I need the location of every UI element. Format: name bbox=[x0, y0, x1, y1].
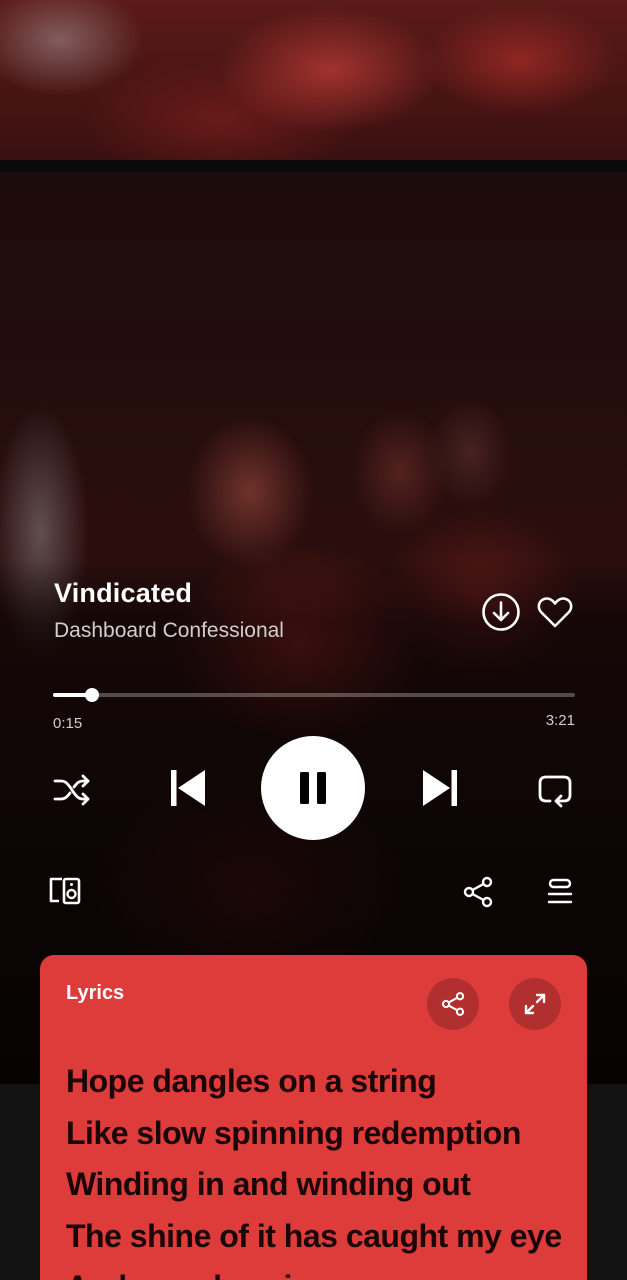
track-title[interactable]: Vindicated bbox=[54, 578, 192, 609]
lyric-line: Winding in and winding out bbox=[66, 1166, 471, 1202]
download-circle-icon bbox=[482, 593, 520, 631]
progress-bar[interactable] bbox=[53, 688, 575, 702]
next-button[interactable] bbox=[416, 764, 464, 812]
shuffle-button[interactable] bbox=[50, 768, 94, 812]
skip-previous-icon bbox=[171, 770, 205, 806]
lyrics-heading: Lyrics bbox=[66, 982, 125, 1004]
now-playing-screen: Vindicated Dashboard Confessional 0:15 3… bbox=[0, 0, 627, 1280]
pause-button[interactable] bbox=[261, 736, 365, 840]
canvas-video-preview-top bbox=[0, 0, 627, 160]
queue-button[interactable] bbox=[540, 872, 580, 912]
lyric-line: Like slow spinning redemption bbox=[66, 1114, 521, 1151]
connect-devices-button[interactable] bbox=[44, 870, 86, 912]
lyrics-card[interactable]: Lyrics Hope dangles on a string Like slo… bbox=[40, 955, 587, 1280]
skip-next-icon bbox=[423, 770, 457, 806]
previous-button[interactable] bbox=[164, 764, 212, 812]
shuffle-icon bbox=[53, 774, 90, 806]
track-artist[interactable]: Dashboard Confessional bbox=[54, 619, 284, 643]
total-duration: 3:21 bbox=[545, 712, 575, 729]
lyric-line: Hope dangles on a string bbox=[66, 1063, 437, 1099]
share-icon bbox=[441, 992, 465, 1016]
lyrics-expand-button[interactable] bbox=[509, 978, 561, 1030]
repeat-button[interactable] bbox=[532, 766, 578, 812]
like-button[interactable] bbox=[534, 591, 576, 633]
repeat-icon bbox=[538, 775, 572, 808]
heart-outline-icon bbox=[537, 597, 573, 628]
lyrics-lines: Hope dangles on a string Like slow spinn… bbox=[66, 1056, 586, 1280]
lyrics-share-button[interactable] bbox=[427, 978, 479, 1030]
pause-icon bbox=[300, 772, 326, 804]
share-icon bbox=[463, 876, 493, 908]
elapsed-time: 0:15 bbox=[53, 715, 83, 732]
expand-icon bbox=[524, 993, 546, 1015]
canvas-divider bbox=[0, 160, 627, 172]
connect-devices-icon bbox=[49, 877, 81, 905]
lyric-line: And roped me in bbox=[66, 1262, 586, 1280]
lyric-line: The shine of it has caught my eye bbox=[66, 1217, 562, 1254]
download-button[interactable] bbox=[480, 591, 522, 633]
queue-icon bbox=[547, 878, 573, 904]
share-button[interactable] bbox=[458, 872, 498, 912]
